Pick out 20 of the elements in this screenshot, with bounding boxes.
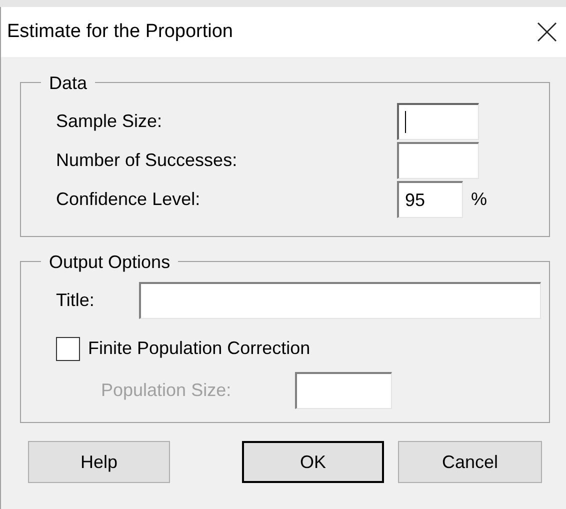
input-field[interactable]: 95 [397,181,463,218]
checkbox[interactable] [56,336,80,360]
dialog-button[interactable]: Cancel [398,441,542,483]
field-label: Confidence Level: [56,188,202,211]
field-label: Title: [56,289,96,312]
field-value: 95 [405,188,426,212]
input-field[interactable] [397,103,479,140]
field-label: Number of Successes: [56,149,238,172]
field-label: Sample Size: [56,110,164,133]
input-field[interactable] [139,282,541,319]
dialog-button[interactable]: Help [28,441,170,483]
input-field[interactable] [397,142,479,179]
text-caret [405,111,406,133]
dialog-button[interactable]: OK [242,441,384,483]
field-label: Population Size: [101,379,232,402]
input-field[interactable] [295,372,392,409]
window-title: Estimate for the Proportion [7,20,233,44]
unit-label: % [471,188,488,211]
checkbox-label: Finite Population Correction [88,337,310,360]
close-icon[interactable] [537,22,557,42]
